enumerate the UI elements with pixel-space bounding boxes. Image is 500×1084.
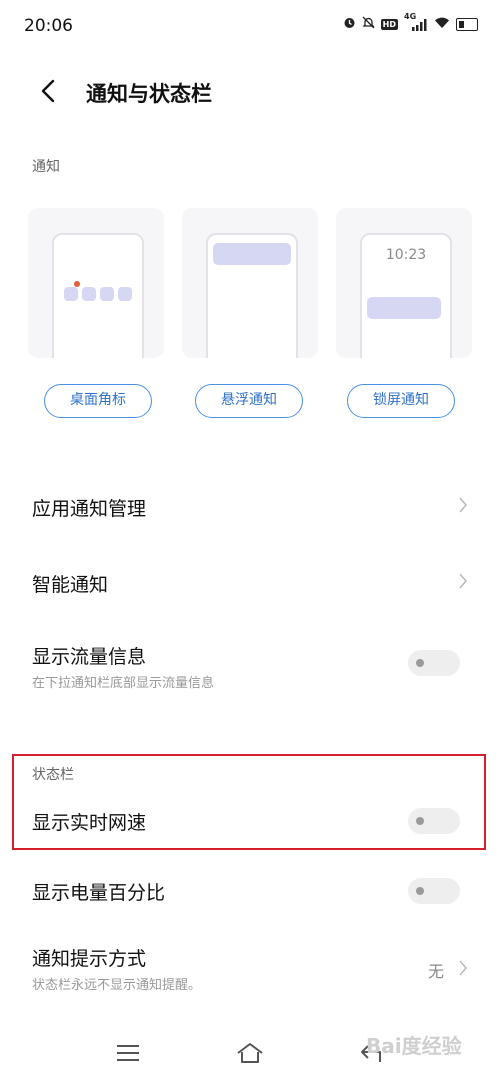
battery-icon [456, 17, 478, 31]
app-icon-placeholder [118, 287, 132, 301]
show-traffic-toggle[interactable] [408, 650, 460, 676]
navigation-bar: Bai度经验 [0, 1026, 500, 1084]
lockscreen-style-button[interactable]: 锁屏通知 [347, 384, 455, 418]
status-bar: 20:06 HD 4G [0, 0, 500, 52]
preview-card-badge[interactable] [28, 208, 164, 358]
app-icon-placeholder [100, 287, 114, 301]
menu-icon[interactable] [113, 1040, 143, 1066]
hd-icon: HD [380, 18, 398, 30]
badge-dot [74, 281, 80, 287]
row-value: 无 [427, 962, 444, 981]
alert-style-row[interactable]: 通知提示方式 状态栏永远不显示通知提醒。 无 [0, 934, 500, 1004]
row-title: 通知提示方式 [32, 948, 147, 970]
status-icons: HD 4G [343, 12, 478, 32]
phone-illustration: 10:23 [360, 233, 452, 358]
home-icon[interactable] [235, 1040, 265, 1066]
app-icon-placeholder [82, 287, 96, 301]
app-notification-row[interactable]: 应用通知管理 [0, 470, 500, 540]
mute-icon [362, 16, 375, 32]
show-traffic-row: 显示流量信息 在下拉通知栏底部显示流量信息 [0, 630, 500, 710]
phone-illustration [52, 233, 144, 358]
row-title: 智能通知 [32, 574, 109, 596]
badge-style-button[interactable]: 桌面角标 [44, 384, 152, 418]
smart-notification-row[interactable]: 智能通知 [0, 546, 500, 616]
alarm-icon [343, 16, 356, 32]
signal-4g-icon: 4G [404, 12, 428, 31]
app-icon-placeholder [64, 287, 78, 301]
back-arrow-icon[interactable] [36, 76, 62, 106]
app-bar: 通知与状态栏 [0, 62, 500, 120]
annotation-highlight-box [12, 754, 486, 850]
chevron-right-icon [459, 497, 468, 513]
section-label-notification: 通知 [32, 159, 60, 175]
lockscreen-banner [367, 297, 441, 319]
toggle-knob [416, 887, 424, 895]
row-title: 显示电量百分比 [32, 882, 166, 904]
notification-style-previews: 10:23 [28, 208, 472, 358]
toggle-knob [416, 659, 424, 667]
row-title: 应用通知管理 [32, 498, 147, 520]
chevron-right-icon [459, 573, 468, 589]
battery-percent-row: 显示电量百分比 [0, 860, 500, 920]
phone-illustration [206, 233, 298, 358]
wifi-icon [434, 16, 450, 32]
row-title: 显示流量信息 [32, 646, 147, 668]
floating-banner [213, 243, 291, 265]
chevron-right-icon [459, 960, 468, 976]
page-title: 通知与状态栏 [86, 82, 212, 106]
status-time: 20:06 [24, 16, 73, 36]
preview-card-floating[interactable] [182, 208, 318, 358]
battery-percent-toggle[interactable] [408, 878, 460, 904]
preview-card-lockscreen[interactable]: 10:23 [336, 208, 472, 358]
row-subtitle: 状态栏永远不显示通知提醒。 [32, 978, 202, 993]
watermark: Bai度经验 [366, 1034, 462, 1058]
row-subtitle: 在下拉通知栏底部显示流量信息 [32, 676, 215, 691]
floating-style-button[interactable]: 悬浮通知 [195, 384, 303, 418]
lockscreen-time: 10:23 [385, 247, 427, 263]
